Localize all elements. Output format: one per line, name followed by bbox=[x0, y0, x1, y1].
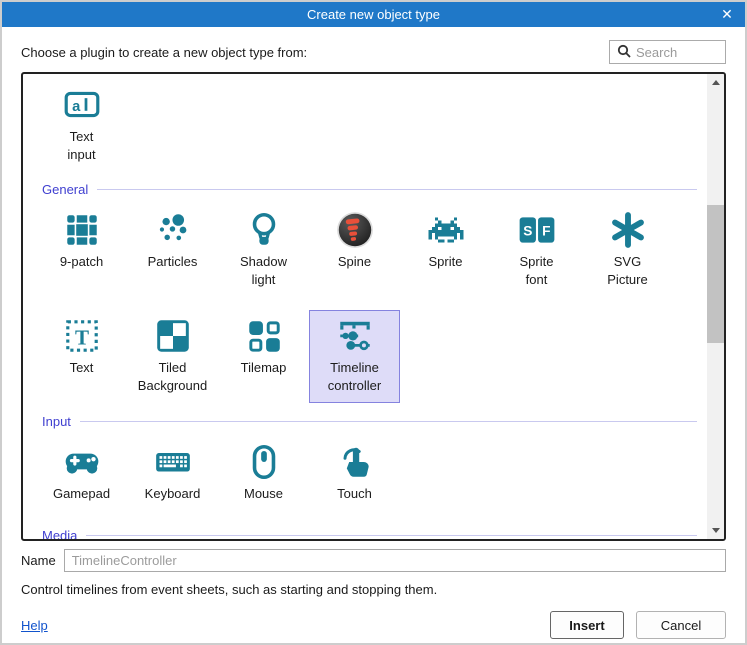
section-header-input: Input bbox=[36, 414, 707, 429]
search-box[interactable] bbox=[609, 40, 726, 64]
section-divider-line bbox=[80, 421, 697, 422]
svg-text:a: a bbox=[72, 99, 81, 115]
plugin-item-9-patch[interactable]: 9-patch bbox=[36, 204, 127, 279]
plugin-item-label: Keyboard bbox=[145, 485, 201, 503]
prompt-label: Choose a plugin to create a new object t… bbox=[21, 45, 307, 60]
plugin-item-tilemap[interactable]: Tilemap bbox=[218, 310, 309, 385]
create-object-dialog: Create new object type ✕ Choose a plugin… bbox=[0, 0, 747, 645]
sprite-icon bbox=[426, 210, 466, 250]
tiled-background-icon bbox=[153, 316, 193, 356]
scrollbar-thumb[interactable] bbox=[707, 205, 724, 343]
keyboard-icon bbox=[153, 442, 193, 482]
plugin-item-label: Touch bbox=[337, 485, 372, 503]
plugin-row-general-1: 9-patch Particles bbox=[36, 204, 707, 297]
text-icon: T bbox=[62, 316, 102, 356]
plugin-list: a Text input General bbox=[21, 72, 726, 541]
plugin-item-sprite-font[interactable]: S F Sprite font bbox=[491, 204, 582, 297]
help-link[interactable]: Help bbox=[21, 618, 48, 633]
prompt-row: Choose a plugin to create a new object t… bbox=[21, 40, 726, 64]
close-icon[interactable]: ✕ bbox=[713, 2, 741, 27]
plugin-item-label: Tilemap bbox=[241, 359, 287, 377]
touch-icon bbox=[335, 442, 375, 482]
section-header-general: General bbox=[36, 182, 707, 197]
plugin-item-touch[interactable]: Touch bbox=[309, 436, 400, 511]
plugin-item-spine[interactable]: Spine bbox=[309, 204, 400, 279]
plugin-item-sprite[interactable]: Sprite bbox=[400, 204, 491, 279]
up-arrow-icon bbox=[712, 80, 720, 85]
plugin-row-general-2: T Text Tiled Backgr bbox=[36, 310, 707, 403]
plugin-item-timeline-controller[interactable]: Timeline controller bbox=[309, 310, 400, 403]
plugin-item-label: SVG Picture bbox=[607, 253, 647, 289]
section-label: General bbox=[42, 182, 88, 197]
dialog-footer: Help Insert Cancel bbox=[21, 611, 726, 639]
plugin-item-label: 9-patch bbox=[60, 253, 103, 271]
section-divider-line bbox=[97, 189, 697, 190]
particles-icon bbox=[153, 210, 193, 250]
name-row: Name bbox=[21, 548, 726, 572]
search-icon bbox=[617, 44, 631, 61]
section-header-media: Media bbox=[36, 528, 707, 539]
plugin-row-input: Gamepad bbox=[36, 436, 707, 511]
tilemap-icon bbox=[244, 316, 284, 356]
section-divider-line bbox=[86, 535, 697, 536]
plugin-item-label: Sprite font bbox=[520, 253, 554, 289]
down-arrow-icon bbox=[712, 528, 720, 533]
plugin-item-gamepad[interactable]: Gamepad bbox=[36, 436, 127, 511]
plugin-item-particles[interactable]: Particles bbox=[127, 204, 218, 279]
scrollbar-down-button[interactable] bbox=[707, 522, 724, 539]
name-input[interactable] bbox=[64, 549, 726, 572]
plugin-item-label: Text input bbox=[67, 128, 95, 164]
section-label: Input bbox=[42, 414, 71, 429]
plugin-item-shadow-light[interactable]: Shadow light bbox=[218, 204, 309, 297]
insert-button[interactable]: Insert bbox=[550, 611, 624, 639]
name-label: Name bbox=[21, 553, 56, 568]
plugin-item-label: Text bbox=[70, 359, 94, 377]
plugin-item-label: Particles bbox=[148, 253, 198, 271]
plugin-item-label: Sprite bbox=[429, 253, 463, 271]
plugin-item-label: Mouse bbox=[244, 485, 283, 503]
svg-text:S: S bbox=[523, 223, 532, 238]
plugin-item-mouse[interactable]: Mouse bbox=[218, 436, 309, 511]
plugin-item-keyboard[interactable]: Keyboard bbox=[127, 436, 218, 511]
plugin-item-text-input[interactable]: a Text input bbox=[36, 79, 127, 172]
plugin-item-label: Spine bbox=[338, 253, 371, 271]
plugin-item-svg-picture[interactable]: SVG Picture bbox=[582, 204, 673, 297]
section-label: Media bbox=[42, 528, 77, 539]
text-input-icon: a bbox=[62, 85, 102, 125]
list-scrollbar[interactable] bbox=[707, 74, 724, 539]
shadow-light-icon bbox=[244, 210, 284, 250]
gamepad-icon bbox=[62, 442, 102, 482]
spine-icon bbox=[335, 210, 375, 250]
footer-buttons: Insert Cancel bbox=[550, 611, 726, 639]
plugin-description: Control timelines from event sheets, suc… bbox=[21, 582, 726, 597]
svg-picture-icon bbox=[608, 210, 648, 250]
plugin-row-top: a Text input bbox=[36, 74, 707, 172]
plugin-item-text[interactable]: T Text bbox=[36, 310, 127, 385]
svg-text:F: F bbox=[542, 223, 550, 238]
plugin-item-tiled-background[interactable]: Tiled Background bbox=[127, 310, 218, 403]
mouse-icon bbox=[244, 442, 284, 482]
timeline-controller-icon bbox=[335, 316, 375, 356]
nine-patch-icon bbox=[62, 210, 102, 250]
plugin-item-label: Shadow light bbox=[240, 253, 287, 289]
search-input[interactable] bbox=[636, 45, 716, 60]
plugin-item-label: Gamepad bbox=[53, 485, 110, 503]
dialog-title: Create new object type bbox=[307, 7, 440, 22]
dialog-content: Choose a plugin to create a new object t… bbox=[2, 27, 745, 643]
plugin-item-label: Timeline controller bbox=[328, 359, 381, 395]
plugin-list-content: a Text input General bbox=[23, 74, 707, 539]
plugin-item-label: Tiled Background bbox=[138, 359, 207, 395]
dialog-titlebar: Create new object type ✕ bbox=[2, 2, 745, 27]
cancel-button[interactable]: Cancel bbox=[636, 611, 726, 639]
sprite-font-icon: S F bbox=[517, 210, 557, 250]
svg-text:T: T bbox=[74, 325, 88, 349]
scrollbar-up-button[interactable] bbox=[707, 74, 724, 91]
